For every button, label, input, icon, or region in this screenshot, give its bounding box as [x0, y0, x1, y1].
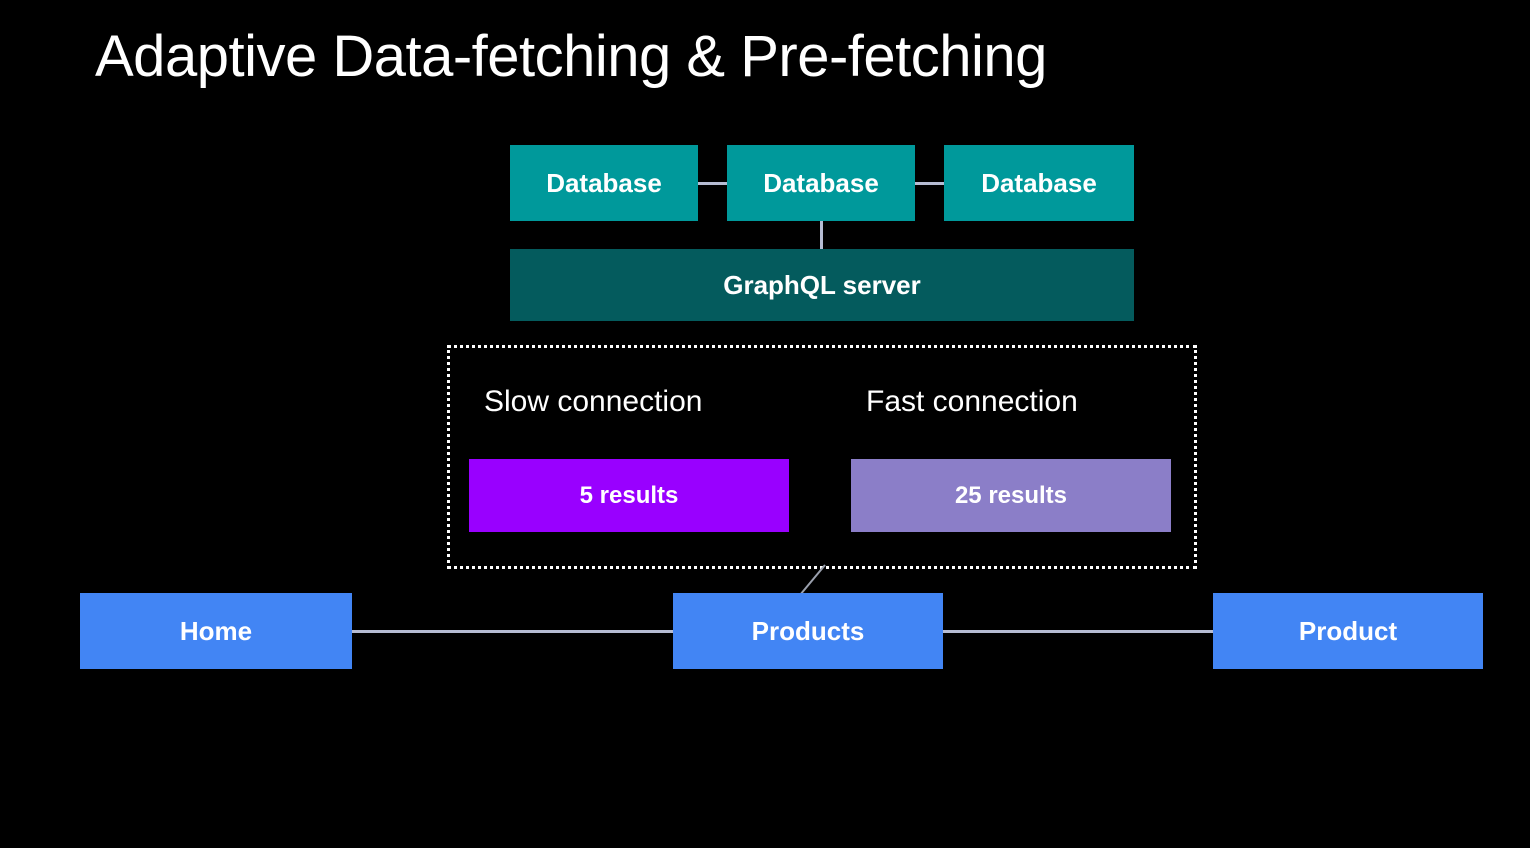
graphql-server-box[interactable]: GraphQL server [510, 249, 1134, 321]
connector-database2-database3 [915, 182, 944, 185]
connector-database2-graphql-server [820, 221, 823, 249]
database-box-1[interactable]: Database [510, 145, 698, 221]
database-box-2[interactable]: Database [727, 145, 915, 221]
slow-connection-results-box[interactable]: 5 results [469, 459, 789, 532]
connector-home-products [352, 630, 673, 633]
page-title: Adaptive Data-fetching & Pre-fetching [95, 24, 1047, 89]
connector-database1-database2 [698, 182, 727, 185]
connector-products-product [943, 630, 1213, 633]
route-box-product[interactable]: Product [1213, 593, 1483, 669]
adaptive-fetching-panel [447, 345, 1197, 569]
slide-canvas: Adaptive Data-fetching & Pre-fetching Da… [0, 0, 1530, 848]
route-box-home[interactable]: Home [80, 593, 352, 669]
fast-connection-results-box[interactable]: 25 results [851, 459, 1171, 532]
route-box-products[interactable]: Products [673, 593, 943, 669]
fast-connection-label: Fast connection [866, 385, 1078, 418]
database-box-3[interactable]: Database [944, 145, 1134, 221]
slow-connection-label: Slow connection [484, 385, 703, 418]
